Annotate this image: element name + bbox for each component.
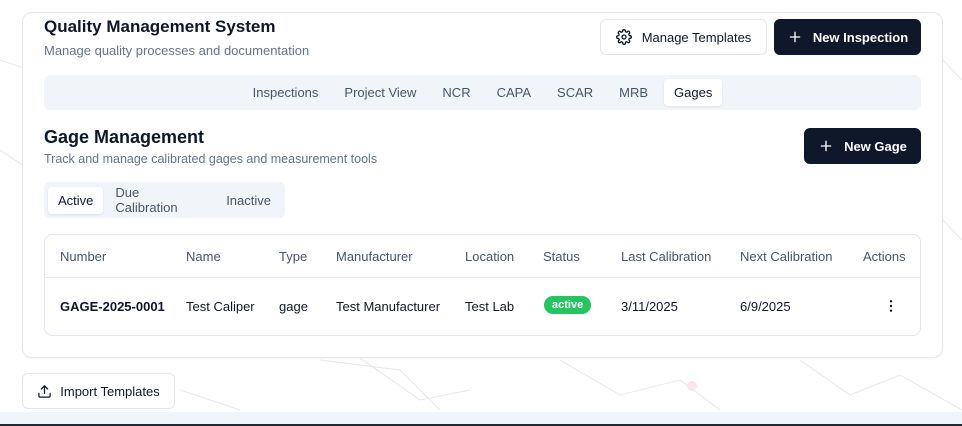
cell-name: Test Caliper	[186, 299, 255, 314]
subtab-active[interactable]: Active	[48, 186, 104, 214]
page-title: Quality Management System	[44, 17, 276, 36]
page-subtitle: Manage quality processes and documentati…	[44, 43, 310, 58]
cell-last-calibration: 3/11/2025	[621, 299, 678, 314]
import-templates-button[interactable]: Import Templates	[22, 373, 175, 409]
tab-capa[interactable]: CAPA	[487, 79, 541, 106]
column-header-status: Status	[543, 249, 580, 264]
gage-status-tabs: Active Due Calibration Inactive	[44, 182, 285, 218]
bottom-strip	[0, 412, 962, 426]
tab-inspections[interactable]: Inspections	[243, 79, 329, 106]
tab-ncr[interactable]: NCR	[432, 79, 480, 106]
column-header-actions: Actions	[863, 249, 906, 264]
subtab-due-calibration[interactable]: Due Calibration	[105, 179, 214, 221]
column-header-name: Name	[186, 249, 221, 264]
table-header: Number Name Type Manufacturer Location S…	[45, 235, 920, 278]
upload-icon	[37, 384, 52, 399]
new-inspection-button[interactable]: New Inspection	[774, 19, 921, 55]
column-header-number: Number	[60, 249, 107, 264]
column-header-next-calibration: Next Calibration	[740, 249, 833, 264]
gages-table: Number Name Type Manufacturer Location S…	[44, 234, 921, 336]
new-gage-button[interactable]: New Gage	[804, 128, 921, 164]
manage-templates-label: Manage Templates	[641, 29, 752, 45]
plus-icon	[787, 29, 803, 45]
tab-mrb[interactable]: MRB	[609, 79, 658, 106]
cell-type: gage	[279, 299, 308, 314]
column-header-last-calibration: Last Calibration	[621, 249, 712, 264]
cell-number: GAGE-2025-0001	[60, 299, 165, 314]
gear-icon	[615, 29, 632, 45]
subtab-inactive[interactable]: Inactive	[216, 187, 281, 214]
tab-scar[interactable]: SCAR	[547, 79, 603, 106]
new-inspection-label: New Inspection	[812, 29, 909, 45]
column-header-location: Location	[465, 249, 515, 264]
tab-gages[interactable]: Gages	[664, 79, 723, 106]
import-templates-label: Import Templates	[60, 383, 160, 399]
section-subtitle: Track and manage calibrated gages and me…	[44, 152, 378, 166]
plus-icon	[818, 138, 834, 154]
section-title: Gage Management	[44, 127, 205, 147]
column-header-manufacturer: Manufacturer	[336, 249, 413, 264]
column-header-type: Type	[279, 249, 308, 264]
status-badge: active	[544, 296, 592, 314]
manage-templates-button[interactable]: Manage Templates	[600, 19, 767, 55]
module-tabs: Inspections Project View NCR CAPA SCAR M…	[44, 75, 921, 110]
cell-next-calibration: 6/9/2025	[740, 299, 791, 314]
cell-location: Test Lab	[465, 299, 515, 314]
more-vertical-icon[interactable]	[883, 298, 899, 319]
table-row[interactable]: GAGE-2025-0001 Test Caliper gage Test Ma…	[45, 278, 920, 336]
tab-project-view[interactable]: Project View	[334, 79, 426, 106]
new-gage-label: New Gage	[844, 138, 907, 154]
cell-manufacturer: Test Manufacturer	[336, 299, 441, 314]
